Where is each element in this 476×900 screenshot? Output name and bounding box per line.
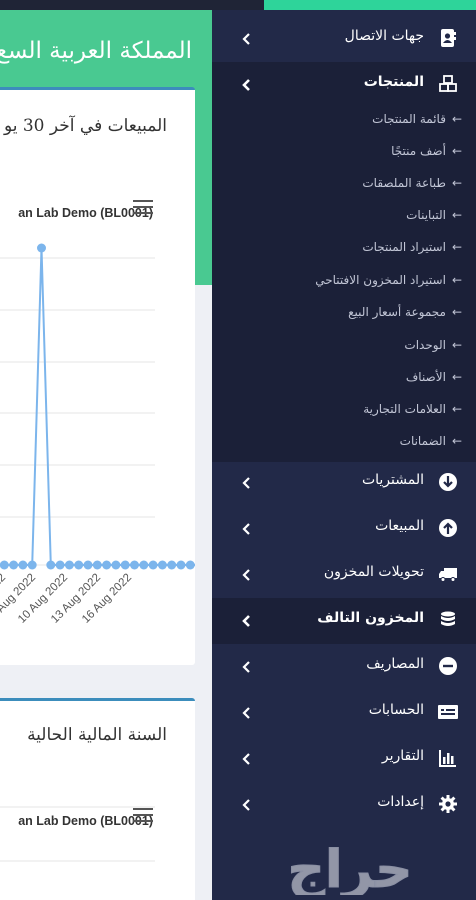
sidebar-subitem[interactable]: ←الأصناف — [406, 370, 462, 384]
chevron-left-icon — [242, 477, 250, 489]
chevron-left-icon — [242, 569, 250, 581]
svg-text:حراج: حراج — [287, 845, 412, 895]
arrow-up-circle-icon — [439, 519, 457, 537]
top-accent-bar — [264, 0, 476, 10]
chart-point[interactable] — [148, 560, 158, 570]
sidebar-item-contacts[interactable]: جهات الاتصال — [212, 16, 476, 62]
sidebar-item-label: التقارير — [381, 748, 424, 764]
chevron-left-icon — [242, 661, 250, 673]
money-bill-icon — [438, 705, 458, 719]
chevron-left-icon — [242, 799, 250, 811]
chart-point[interactable] — [102, 560, 112, 570]
sidebar-item-label: إعدادات — [377, 794, 424, 810]
chevron-left-icon — [242, 523, 250, 535]
chart-point[interactable] — [0, 560, 9, 570]
sidebar-item-label: المبيعات — [375, 518, 424, 534]
chevron-left-icon — [242, 615, 250, 627]
chart-point[interactable] — [83, 560, 93, 570]
sidebar-subitem[interactable]: ←الضمانات — [400, 434, 462, 448]
sidebar-subitem[interactable]: ←قائمة المنتجات — [372, 112, 462, 126]
sidebar-item-accounts[interactable]: الحسابات — [212, 690, 476, 736]
sales-line-chart: Aug 20227 Aug 202210 Aug 202213 Aug 2022… — [0, 243, 195, 626]
chart-point[interactable] — [111, 560, 121, 570]
sidebar-item-products[interactable]: المنتجات ←قائمة المنتجات ←أضف منتجًا ←طب… — [212, 62, 476, 462]
sidebar-item-label: الحسابات — [368, 702, 424, 718]
chart-point[interactable] — [92, 560, 102, 570]
chart-point[interactable] — [64, 560, 74, 570]
sidebar-item-reports[interactable]: التقارير — [212, 736, 476, 782]
chart-point[interactable] — [46, 560, 56, 570]
sidebar-item-label: المنتجات — [363, 74, 424, 90]
fiscal-year-card: السنة المالية الحالية an Lab Demo (BL000… — [0, 698, 195, 900]
chart-menu-icon[interactable] — [133, 808, 153, 822]
chevron-left-icon — [242, 33, 250, 45]
sidebar-subitem[interactable]: ←طباعة الملصقات — [362, 176, 462, 190]
sidebar-subitem[interactable]: ←العلامات التجارية — [363, 402, 462, 416]
sidebar-subitem[interactable]: ←استيراد المخزون الافتتاحي — [315, 273, 462, 287]
sidebar: جهات الاتصال المنتجات ←قائمة المنتجات ←أ… — [212, 10, 476, 900]
chevron-left-icon — [242, 79, 250, 91]
welcome-text: المملكة العربية السع, — [0, 38, 192, 64]
chart-point[interactable] — [185, 560, 195, 570]
sidebar-item-label: المصاريف — [366, 656, 424, 672]
chart-point[interactable] — [55, 560, 65, 570]
arrow-down-circle-icon — [439, 473, 457, 491]
truck-icon — [439, 568, 457, 582]
sidebar-item-label: جهات الاتصال — [344, 28, 424, 44]
sidebar-subitem[interactable]: ←التباينات — [406, 208, 462, 222]
database-icon — [441, 611, 455, 626]
gear-icon — [439, 795, 457, 813]
chart-point[interactable] — [176, 560, 186, 570]
contact-book-icon — [441, 29, 456, 47]
sidebar-subitem[interactable]: ←استيراد المنتجات — [362, 240, 462, 254]
chart-point[interactable] — [27, 560, 37, 570]
haraj-watermark-logo: حراج — [287, 845, 413, 895]
chart-point[interactable] — [130, 560, 139, 570]
sidebar-item-label: المخزون التالف — [317, 610, 424, 626]
chart-point[interactable] — [120, 560, 130, 570]
minus-circle-icon — [439, 657, 457, 675]
cubes-icon — [439, 75, 457, 92]
chart-point[interactable] — [9, 560, 19, 570]
sidebar-item-purchases[interactable]: المشتريات — [212, 460, 476, 506]
sidebar-subitem[interactable]: ←أضف منتجًا — [391, 144, 462, 158]
sidebar-item-label: المشتريات — [361, 472, 424, 488]
top-bar — [0, 0, 476, 10]
chart-point[interactable] — [167, 560, 177, 570]
chevron-left-icon — [242, 707, 250, 719]
chart-point[interactable] — [74, 560, 84, 570]
chart-point[interactable] — [37, 243, 46, 253]
sales-card: المبيعات في آخر 30 يو an Lab Demo (BL000… — [0, 87, 195, 665]
main-content: المملكة العربية السع, المبيعات في آخر 30… — [0, 10, 212, 900]
sidebar-item-expenses[interactable]: المصاريف — [212, 644, 476, 690]
sidebar-item-stock-transfers[interactable]: تحويلات المخزون — [212, 552, 476, 598]
sidebar-subitem[interactable]: ←مجموعة أسعار البيع — [348, 305, 462, 319]
bar-chart-icon — [439, 750, 456, 767]
chevron-left-icon — [242, 753, 250, 765]
sidebar-item-label: تحويلات المخزون — [323, 564, 424, 580]
chart-point[interactable] — [157, 560, 167, 570]
sidebar-item-settings[interactable]: إعدادات — [212, 782, 476, 828]
sidebar-item-damaged-stock[interactable]: المخزون التالف — [212, 598, 476, 644]
sidebar-item-sales[interactable]: المبيعات — [212, 506, 476, 552]
fiscal-year-card-title: السنة المالية الحالية — [27, 725, 167, 745]
sidebar-subitem[interactable]: ←الوحدات — [404, 338, 462, 352]
chart-point[interactable] — [18, 560, 28, 570]
chart-point[interactable] — [139, 560, 149, 570]
